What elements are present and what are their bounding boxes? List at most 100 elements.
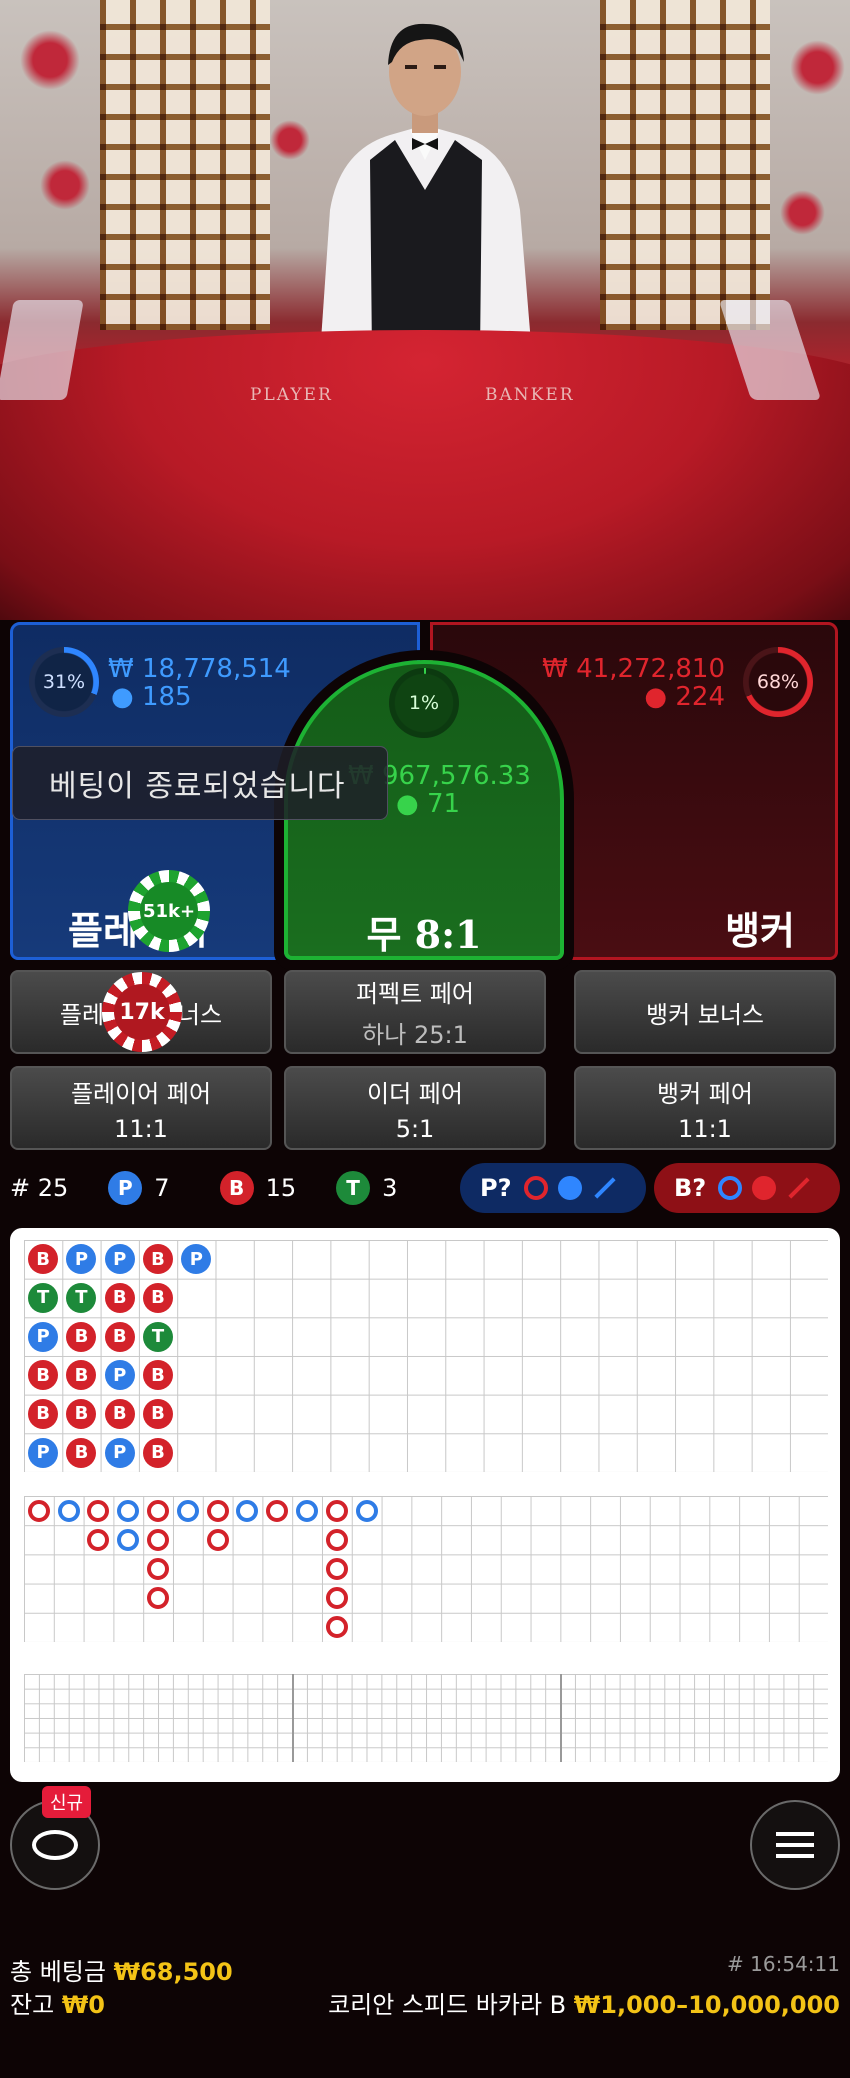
user-icon: ● bbox=[644, 682, 668, 712]
dot-icon bbox=[557, 1176, 582, 1200]
bead-result: B bbox=[143, 1244, 174, 1275]
either-pair-button[interactable]: 이더 페어 5:1 bbox=[284, 1066, 546, 1150]
either-pair-label: 이더 페어 bbox=[367, 1079, 463, 1108]
bead-result: B bbox=[104, 1398, 135, 1429]
balance-value: ₩0 bbox=[61, 1991, 105, 2019]
bead-result: T bbox=[143, 1321, 174, 1352]
player-pair-button[interactable]: 플레이어 페어 11:1 bbox=[10, 1066, 272, 1150]
big-road-ring bbox=[117, 1499, 140, 1522]
big-road-cell bbox=[113, 1496, 143, 1525]
menu-button[interactable] bbox=[750, 1800, 840, 1890]
new-badge: 신규 bbox=[42, 1786, 92, 1818]
bead-cell: B bbox=[101, 1395, 139, 1434]
big-road-ring bbox=[176, 1499, 199, 1522]
banker-badge-icon: B bbox=[219, 1171, 254, 1205]
bead-cell: T bbox=[62, 1279, 100, 1318]
bead-result: P bbox=[104, 1437, 135, 1468]
big-road-cell bbox=[262, 1496, 292, 1525]
player-predict-label: P? bbox=[480, 1174, 512, 1202]
blossom-decor bbox=[780, 190, 825, 235]
player-amount: ₩ 18,778,514 bbox=[108, 654, 291, 684]
blossom-decor bbox=[20, 30, 80, 90]
big-road-cell bbox=[143, 1554, 173, 1583]
blossom-decor bbox=[790, 40, 845, 95]
roadmap-panel[interactable]: BTPBBPPTBBBBPBBPBPBBTBBBP bbox=[10, 1228, 840, 1782]
banker-count: 224 bbox=[675, 682, 725, 712]
placed-chip: 51k+ bbox=[128, 870, 210, 952]
dot-icon bbox=[752, 1176, 777, 1200]
bead-result: B bbox=[28, 1398, 59, 1429]
big-road-cell bbox=[143, 1496, 173, 1525]
big-road-cell bbox=[84, 1525, 114, 1554]
perfect-pair-button[interactable]: 퍼펙트 페어 하나 25:1 bbox=[284, 970, 546, 1054]
big-road-cell bbox=[203, 1496, 233, 1525]
bead-cell: P bbox=[24, 1317, 62, 1356]
bead-cell: B bbox=[62, 1356, 100, 1395]
derived-roads bbox=[24, 1674, 828, 1762]
bead-cell: P bbox=[62, 1240, 100, 1279]
bead-cell: B bbox=[139, 1395, 177, 1434]
banker-win-count: 15 bbox=[265, 1174, 297, 1202]
bead-cell: T bbox=[139, 1317, 177, 1356]
derived-road-divider bbox=[560, 1674, 562, 1762]
bead-result: P bbox=[181, 1244, 212, 1275]
banker-percent: 68% bbox=[756, 671, 800, 693]
bead-cell: B bbox=[62, 1433, 100, 1472]
bead-result: B bbox=[66, 1398, 97, 1429]
tie-count: 71 bbox=[426, 789, 461, 819]
banker-pair-label: 뱅커 페어 bbox=[657, 1079, 753, 1108]
total-bet-value: ₩68,500 bbox=[113, 1958, 233, 1986]
total-bet-label: 총 베팅금 bbox=[10, 1958, 106, 1986]
tie-win-count: 3 bbox=[382, 1174, 398, 1202]
total-bet: 총 베팅금 ₩68,500 bbox=[10, 1952, 233, 1987]
bead-cell: B bbox=[62, 1395, 100, 1434]
bead-result: B bbox=[66, 1437, 97, 1468]
either-pair-odds: 5:1 bbox=[395, 1114, 435, 1143]
bead-result: B bbox=[143, 1398, 174, 1429]
slash-icon bbox=[788, 1177, 810, 1199]
felt-player-label: PLAYER bbox=[250, 385, 333, 405]
bead-result: P bbox=[28, 1321, 59, 1352]
bead-result: P bbox=[28, 1437, 59, 1468]
banker-bonus-button[interactable]: 뱅커 보너스 bbox=[574, 970, 836, 1054]
bead-result: B bbox=[28, 1360, 59, 1391]
big-road-cell bbox=[203, 1525, 233, 1554]
player-bonus-chip-value: 17k bbox=[114, 984, 170, 1040]
user-icon: ● bbox=[396, 789, 419, 819]
bead-cell: B bbox=[139, 1240, 177, 1279]
bead-result: P bbox=[66, 1244, 97, 1275]
table-name: 코리안 스피드 바카라 B bbox=[328, 1991, 567, 2019]
tie-percent-ring: 1% bbox=[389, 668, 459, 738]
bead-cell: B bbox=[62, 1317, 100, 1356]
big-road-cell bbox=[143, 1525, 173, 1554]
bead-cell: B bbox=[139, 1433, 177, 1472]
betting-closed-toast: 베팅이 종료되었습니다 bbox=[12, 746, 388, 820]
big-road-ring bbox=[325, 1528, 348, 1551]
banker-percent-ring: 68% bbox=[743, 647, 813, 717]
banker-pair-button[interactable]: 뱅커 페어 11:1 bbox=[574, 1066, 836, 1150]
footer-top-row: 총 베팅금 ₩68,500 # 16:54:11 bbox=[10, 1952, 840, 1987]
big-road-ring bbox=[87, 1499, 110, 1522]
player-badge-icon: P bbox=[108, 1171, 143, 1205]
banker-predict-button[interactable]: B? bbox=[654, 1163, 840, 1213]
big-road-ring bbox=[117, 1528, 140, 1551]
big-road-ring bbox=[147, 1499, 170, 1522]
footer-bottom-row: 잔고 ₩0 코리안 스피드 바카라 B ₩1,000–10,000,000 bbox=[10, 1985, 840, 2020]
bead-cell: B bbox=[139, 1356, 177, 1395]
dealer-figure bbox=[320, 23, 532, 355]
big-road-ring bbox=[325, 1587, 348, 1610]
big-road-ring bbox=[236, 1499, 259, 1522]
bead-cell: B bbox=[101, 1279, 139, 1318]
banker-label: 뱅커 bbox=[725, 909, 795, 953]
banker-bonus-label: 뱅커 보너스 bbox=[645, 1000, 765, 1029]
blossom-decor bbox=[40, 160, 90, 210]
bead-result: B bbox=[143, 1437, 174, 1468]
chat-bubble-icon bbox=[32, 1830, 78, 1860]
big-road-ring bbox=[355, 1499, 378, 1522]
big-road-cell bbox=[292, 1496, 322, 1525]
derived-road-divider bbox=[292, 1674, 294, 1762]
banker-amount: ₩ 41,272,810 bbox=[542, 654, 725, 684]
player-predict-button[interactable]: P? bbox=[460, 1163, 646, 1213]
banker-count-row: ● 224 bbox=[644, 683, 725, 711]
big-road-cell bbox=[322, 1613, 352, 1642]
